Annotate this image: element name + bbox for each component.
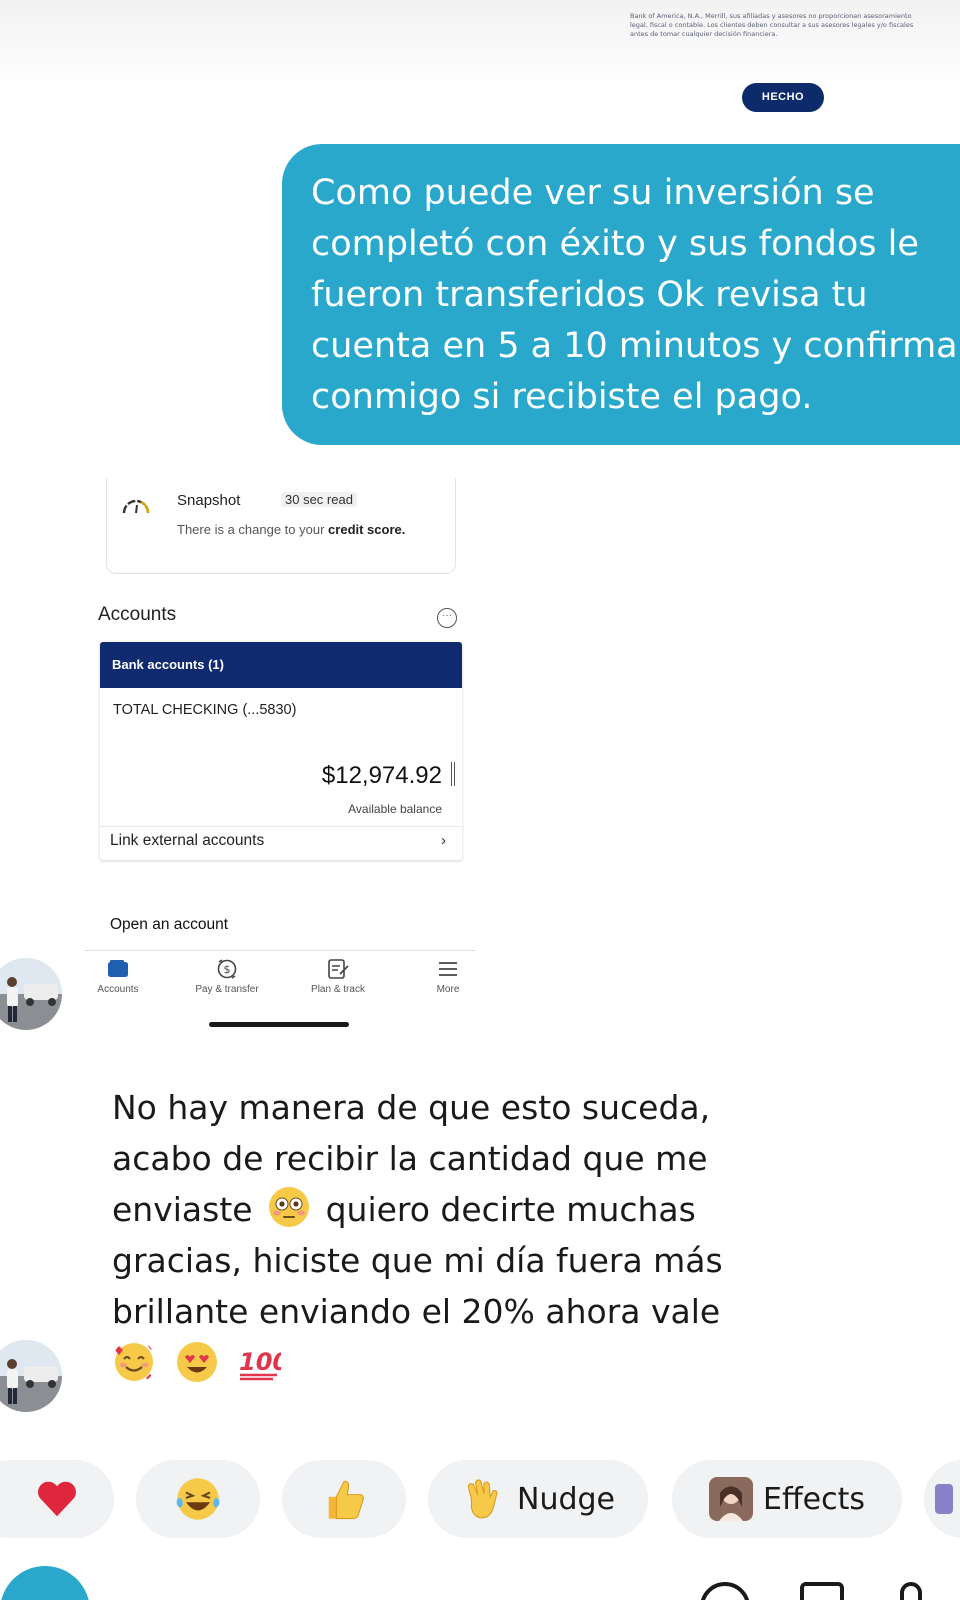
account-name[interactable]: TOTAL CHECKING (...5830) [113,702,296,718]
message-fragment: enviaste [112,1190,253,1229]
thumbs-up-icon [328,1480,364,1520]
composer-icon-peek[interactable] [900,1568,940,1600]
avatar-photo-icon [0,1340,62,1412]
tab-plan-track[interactable]: Plan & track [290,958,386,995]
reaction-like-button[interactable] [282,1460,406,1538]
open-account-link[interactable]: Open an account [110,916,228,934]
bank-accounts-header[interactable]: Bank accounts (1) [100,642,462,688]
checklist-icon [328,959,349,979]
sender-avatar[interactable] [0,958,62,1030]
svg-text:$: $ [224,963,231,976]
message-line: acabo de recibir la cantidad que me [112,1139,708,1178]
camera-button-icon [0,1566,90,1600]
chevron-right-icon: › [441,832,446,849]
effects-photo-icon [709,1477,754,1521]
bank-app-screenshot[interactable]: Snapshot 30 sec read There is a change t… [84,478,476,1038]
reaction-bar: Nudge Effects [0,1460,960,1540]
message-line: gracias, hiciste que mi día fuera más [112,1241,723,1280]
message-fragment: quiero decirte muchas [325,1190,696,1229]
tabbar-divider [84,950,476,951]
gauge-icon [122,499,150,514]
tab-pay-transfer[interactable]: $ Pay & transfer [179,958,275,995]
tab-label: Pay & transfer [195,984,259,995]
snapshot-title: Snapshot [177,492,241,509]
message-line: enviaste quiero decirte muchas [112,1184,812,1235]
account-balance: $12,974.92 [321,762,442,789]
avatar-photo-icon [0,958,62,1030]
heart-eyes-emoji-icon [176,1342,217,1382]
nudge-label: Nudge [517,1481,615,1517]
done-button[interactable]: HECHO [742,83,824,112]
gallery-button-icon [800,1582,844,1600]
composer-avatar-peek[interactable] [0,1566,90,1600]
smiling-face-with-hearts-emoji-icon [115,1343,154,1383]
menu-icon [439,962,457,976]
shared-image-top: Bank of America, N.A., Merrill, sus afil… [0,0,960,130]
tab-label: Accounts [97,984,139,995]
home-indicator [209,1022,349,1027]
message-line: brillante enviando el 20% ahora vale [112,1292,721,1331]
balance-label: Available balance [348,802,442,816]
read-time-badge: 30 sec read [281,492,357,507]
reaction-laugh-button[interactable] [136,1460,260,1538]
wallet-icon [108,960,128,977]
account-card[interactable]: Bank accounts (1) TOTAL CHECKING (...583… [100,642,462,860]
accounts-heading: Accounts [98,604,177,625]
outgoing-message-text: Como puede ver su inversión se completó … [311,173,958,417]
scroll-indicator-icon [451,762,455,786]
reaction-effects-button[interactable]: Effects [672,1460,902,1538]
flushed-face-emoji-icon [269,1187,310,1227]
tab-label: More [436,984,460,995]
message-line-emojis: 100 [112,1339,812,1390]
divider [100,826,462,827]
snapshot-text: There is a change to your credit score. [177,522,405,537]
tab-accounts[interactable]: Accounts [70,958,166,995]
reaction-nudge-button[interactable]: Nudge [428,1460,648,1538]
reaction-heart-button[interactable] [0,1460,114,1538]
snapshot-text-bold: credit score. [328,522,406,537]
snapshot-text-prefix: There is a change to your [177,522,325,537]
effects-label: Effects [763,1481,865,1517]
heart-icon [38,1481,76,1517]
link-external-accounts[interactable]: Link external accounts [110,832,264,850]
hundred-points-emoji-icon: 100 [239,1348,281,1381]
message-line: No hay manera de que esto suceda, [112,1088,711,1127]
outgoing-message-bubble[interactable]: Como puede ver su inversión se completó … [282,144,960,445]
composer-icon-peek[interactable] [700,1568,756,1600]
tab-label: Plan & track [311,984,365,995]
laughing-tears-icon [176,1478,220,1520]
sender-avatar[interactable] [0,1340,62,1412]
tab-more[interactable]: More [400,958,496,995]
snapshot-card: Snapshot 30 sec read There is a change t… [106,478,456,574]
mic-button-icon [900,1582,922,1600]
composer-icon-peek[interactable] [800,1568,850,1600]
more-reaction-peek-icon [935,1484,953,1514]
emoji-button-icon [700,1582,750,1600]
reaction-more-button[interactable] [924,1460,960,1538]
disclaimer-text: Bank of America, N.A., Merrill, sus afil… [630,12,914,38]
waving-hand-icon [467,1479,498,1519]
incoming-message[interactable]: No hay manera de que esto suceda, acabo … [112,1082,812,1390]
svg-text:100: 100 [239,1348,281,1376]
more-options-icon[interactable]: ··· [437,608,457,628]
dollar-transfer-icon: $ [217,959,237,979]
